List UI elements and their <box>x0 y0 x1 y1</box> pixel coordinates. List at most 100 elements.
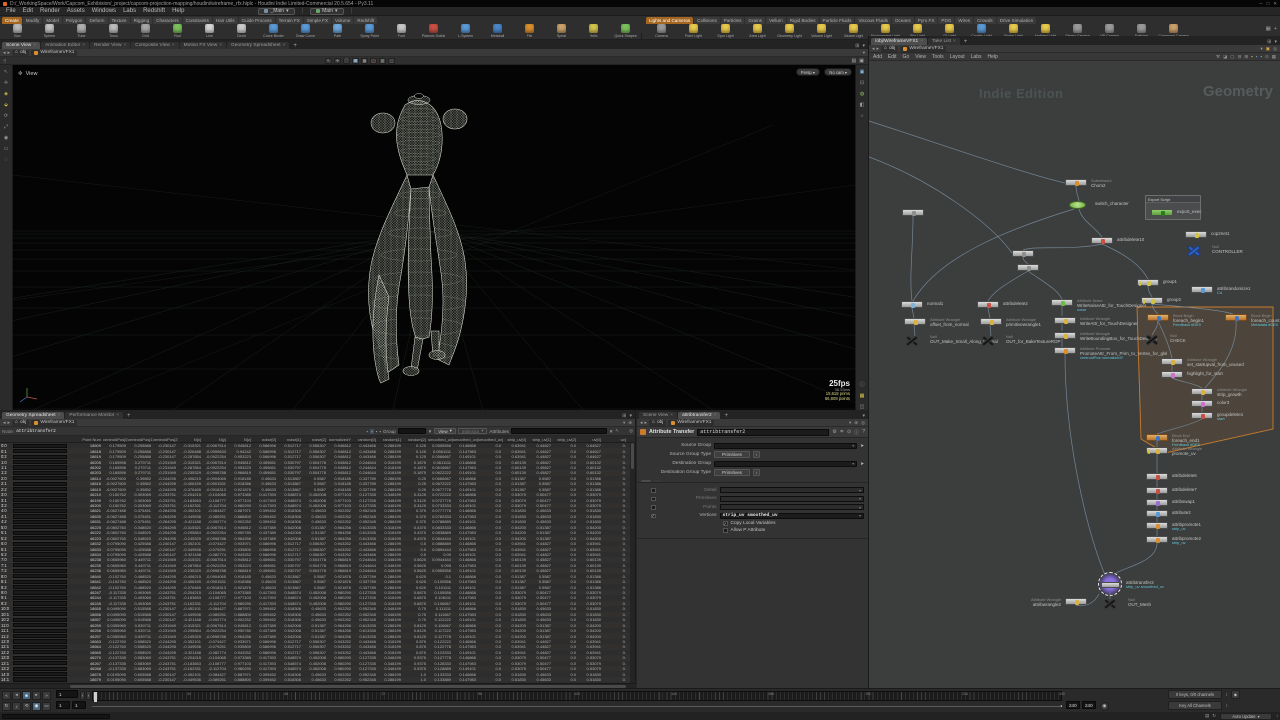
network-menu-item[interactable]: Edit <box>888 54 897 60</box>
forward-icon[interactable]: ▸ <box>8 420 11 426</box>
table-row[interactable]: 1:1462020.1655960.279711-0.231949-0.2878… <box>0 465 635 470</box>
shelf-tool[interactable]: Path <box>322 24 353 38</box>
network-node-OUT_Make_Small_Along_Normal[interactable]: NullOUT_Make_Small_Along_Normal <box>905 336 916 344</box>
new-tab-button[interactable]: + <box>124 413 134 419</box>
pane-tab[interactable]: Composite View× <box>131 42 178 49</box>
shelf-tab[interactable]: Hair Utils <box>213 17 238 24</box>
pin-icon[interactable]: ▾ <box>1261 46 1263 52</box>
audio-options-button[interactable]: ◉ <box>1100 702 1109 711</box>
folder-tab[interactable] <box>641 480 651 482</box>
light-icon[interactable]: ☼ <box>860 113 865 119</box>
shelf-tool[interactable]: Grid <box>130 24 161 38</box>
table-row[interactable]: 5:146222-0.08027600.348520-0.254295-0.29… <box>0 530 635 535</box>
shelf-tab[interactable]: Rigid Bodies <box>787 17 819 24</box>
network-menu-item[interactable]: Help <box>988 54 998 60</box>
network-node-unnamed[interactable] <box>1012 250 1034 257</box>
pane-menu-icon[interactable]: ▾ <box>862 43 865 49</box>
help-icon[interactable]: ? <box>862 429 865 436</box>
node-name-field[interactable]: attribtransfer2 <box>697 429 829 436</box>
shelf-tool[interactable]: Line <box>194 24 225 38</box>
table-row[interactable]: 14:1186790.01950900.605588-0.230147-0.44… <box>0 677 635 682</box>
close-tab-icon[interactable]: × <box>219 43 222 48</box>
maximize-button[interactable]: □ <box>1267 1 1270 7</box>
view-tool-icon[interactable]: ◉ <box>4 135 8 141</box>
keys-summary[interactable]: 0 keys, 0/0 channels <box>1168 690 1222 699</box>
close-tab-icon[interactable]: × <box>953 39 956 44</box>
network-menu-item[interactable]: Add <box>873 54 882 60</box>
view-options-icon[interactable]: ▤ <box>852 58 857 64</box>
step-back-button[interactable]: ◂ <box>12 691 21 700</box>
network-node-offset_from_normal[interactable]: Attribute Wrangleoffset_from_normal <box>904 318 926 325</box>
network-node-attribdelete6[interactable]: attribdelete6 <box>1146 473 1168 480</box>
shelf-tab[interactable]: Deform <box>86 17 107 24</box>
multisnap-icon[interactable]: ▦ <box>361 58 368 64</box>
network-node-normal1[interactable]: normal1 <box>901 301 923 308</box>
table-row[interactable]: 8:218642-0.1027600.468520-0.244295-0.376… <box>0 584 635 589</box>
checkbox[interactable]: ✓ <box>651 514 656 519</box>
export-script-network-box[interactable]: Export Script <box>1145 195 1201 220</box>
shelf-tab[interactable]: Terrain FX <box>276 17 303 24</box>
pane-tab[interactable]: Animation Editor× <box>41 42 89 49</box>
table-row[interactable]: 7:0462380.06559600.449711-0.241949-0.315… <box>0 557 635 562</box>
table-row[interactable]: 12:218665-0.1227600.558520-0.244295-0.32… <box>0 650 635 655</box>
shelf-tool[interactable]: Rod <box>162 24 193 38</box>
shelf-tool[interactable]: Metaball <box>482 24 513 38</box>
table-row[interactable]: 5:246223-0.08027600.348520-0.254295-0.24… <box>0 535 635 540</box>
table-row[interactable]: 2:218615-0.00276000.39852-0.244295-0.376… <box>0 487 635 492</box>
table-row[interactable]: 3:1461990.1507620.303069-0.233751-0.1836… <box>0 497 635 502</box>
refresh-icon[interactable]: ↻ <box>1212 713 1216 719</box>
view-combo[interactable]: View▾ <box>434 428 456 434</box>
rotate-icon[interactable]: ⟳ <box>4 113 8 119</box>
network-node-attribwrangle2[interactable]: Attribute Wrangleattribwrangle2 <box>1065 598 1087 605</box>
pane-tab[interactable]: Geometry Spreadsheet× <box>227 42 289 49</box>
shelf-tool[interactable]: Geometry Light <box>774 24 805 38</box>
folder-tab[interactable] <box>652 480 662 482</box>
source-group-type-combo[interactable]: Primitives <box>714 451 750 458</box>
shelf-tab[interactable]: Rigging <box>131 17 153 24</box>
timeline-ruler[interactable]: 24487296120144168192216240 <box>92 691 1062 701</box>
table-row[interactable]: 0:0186090.1795090.255888-0.230147-0.3153… <box>0 443 635 448</box>
shelf-tool[interactable]: Spiral <box>546 24 577 38</box>
table-row[interactable]: 9:246245-0.1173350.493069-0.243751-0.162… <box>0 601 635 606</box>
pane-menu-icon[interactable]: ▾ <box>1274 39 1277 45</box>
table-row[interactable]: 9:046247-0.1173350.493069-0.243751-0.204… <box>0 590 635 595</box>
new-tab-button[interactable]: + <box>290 43 300 49</box>
shelf-tab[interactable]: Pyro FX <box>915 17 938 24</box>
network-node-WriteAttr_for_TouchDesigner[interactable]: Attribute WrangleWriteAttr_for_TouchDesi… <box>1054 317 1076 324</box>
network-node-attribdelete7[interactable]: attribdelete7 <box>1146 487 1168 494</box>
pane-tab[interactable]: attribtransfer2× <box>678 412 720 419</box>
menu-item[interactable]: Redshift <box>143 8 165 14</box>
flag-template-icon[interactable]: ▪ <box>1251 54 1253 60</box>
network-menu-item[interactable]: Layout <box>950 54 965 60</box>
table-row[interactable]: 0:2186190.1795090.255888-0.230147-0.2878… <box>0 454 635 459</box>
global-end-field[interactable]: 240 <box>1082 701 1096 709</box>
checkbox[interactable] <box>651 488 656 493</box>
shelf-tool[interactable]: Helix <box>578 24 609 38</box>
network-node-unnamed[interactable] <box>1017 264 1039 271</box>
vertical-scrollbar[interactable] <box>630 443 635 683</box>
network-node-attribrandomize1[interactable]: attribrandomize1Cd <box>1191 286 1213 293</box>
pane-split-icon[interactable]: ⊞ <box>855 43 859 49</box>
breadcrumb-root[interactable]: ⌂obj <box>12 50 29 56</box>
back-icon[interactable]: ◂ <box>3 420 6 426</box>
network-menu-item[interactable]: Go <box>903 54 910 60</box>
table-row[interactable]: 3:0462100.1507620.303069-0.233751-0.2042… <box>0 492 635 497</box>
search-icon[interactable]: ⊙ <box>1265 54 1269 60</box>
table-row[interactable]: 7:1462350.06559600.449711-0.241949-0.287… <box>0 563 635 568</box>
network-node-attribpromote2[interactable]: attribpromote2strip_uv <box>1146 536 1168 543</box>
network-node-unnamed[interactable] <box>902 209 924 216</box>
network-node-OUT_for_BakeTextureROP[interactable]: NullOUT_for_BakeTextureROP <box>981 336 992 344</box>
network-node-PromoteAttr_From_Prim_to_Vertex_for_glsl[interactable]: Attribute PromotePromoteAttr_From_Prim_t… <box>1054 347 1076 354</box>
table-row[interactable]: 4:218631-0.06274880.375451-0.264295-0.42… <box>0 519 635 524</box>
table-row[interactable]: 14:0186780.01950900.605588-0.230147-0.45… <box>0 671 635 676</box>
pane-menu-icon[interactable]: ▾ <box>862 413 865 419</box>
grid-icon[interactable]: ⊞ <box>1244 54 1248 60</box>
close-tab-icon[interactable]: × <box>58 413 61 418</box>
network-node-attribswap1[interactable]: attribswap1 <box>1146 499 1168 506</box>
checkbox[interactable] <box>723 528 728 533</box>
close-tab-icon[interactable]: × <box>123 43 126 48</box>
shelf-tool[interactable]: Draw Curve <box>290 24 321 38</box>
shelf-tool[interactable]: Box <box>2 24 33 38</box>
group-filter-input[interactable] <box>398 428 426 434</box>
breadcrumb-node[interactable]: WireframeVFX1 <box>668 420 714 426</box>
